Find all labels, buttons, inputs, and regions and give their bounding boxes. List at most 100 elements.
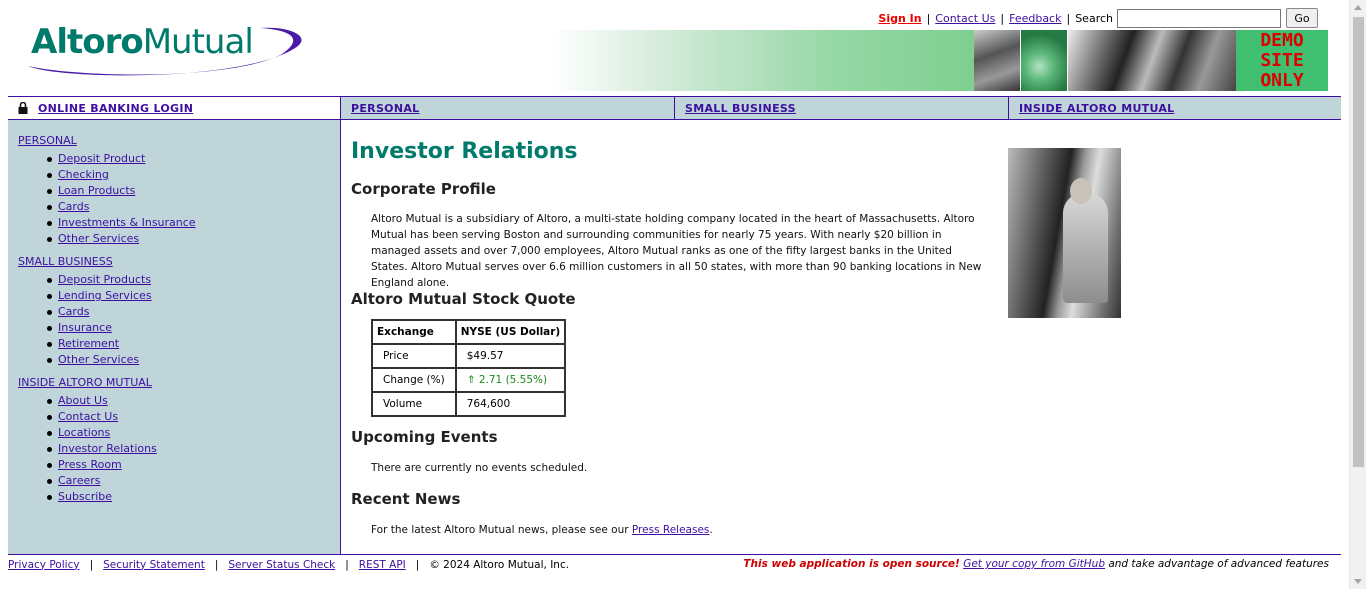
press-releases-link[interactable]: Press Releases	[632, 524, 709, 536]
online-banking-login-link[interactable]: ONLINE BANKING LOGIN	[38, 102, 193, 115]
server-status-link[interactable]: Server Status Check	[228, 559, 335, 571]
sidebar-item-retirement[interactable]: Retirement	[58, 337, 119, 350]
sidebar-item-locations[interactable]: Locations	[58, 426, 110, 439]
sidebar-item-about-us[interactable]: About Us	[58, 394, 108, 407]
altoro-logo[interactable]: AltoroMutual	[20, 22, 305, 80]
sidebar-item-cards[interactable]: Cards	[58, 200, 89, 213]
sidebar-item-subscribe[interactable]: Subscribe	[58, 490, 112, 503]
separator: |	[1000, 11, 1005, 25]
page-title: Investor Relations	[351, 139, 578, 164]
header-banner-gradient	[550, 30, 974, 91]
sidebar-item-investments-insurance[interactable]: Investments & Insurance	[58, 216, 196, 229]
sidebar-section-inside-altoro[interactable]: INSIDE ALTORO MUTUAL	[18, 376, 340, 389]
sidebar: PERSONAL Deposit Product Checking Loan P…	[8, 120, 341, 554]
nav-online-banking-login: ONLINE BANKING LOGIN	[8, 97, 340, 119]
list-item: Deposit Products	[47, 272, 340, 288]
contact-us-link[interactable]: Contact Us	[935, 12, 995, 25]
sidebar-item-deposit-products[interactable]: Deposit Products	[58, 273, 151, 286]
list-item: Investor Relations	[47, 441, 340, 457]
corporate-profile-text: Altoro Mutual is a subsidiary of Altoro,…	[371, 213, 982, 289]
search-input[interactable]	[1117, 8, 1281, 28]
demo-line-2: SITE	[1260, 50, 1304, 71]
separator: |	[1066, 11, 1071, 25]
scroll-up-icon[interactable]	[1354, 5, 1362, 10]
security-statement-link[interactable]: Security Statement	[103, 559, 205, 571]
sidebar-item-checking[interactable]: Checking	[58, 168, 109, 181]
open-source-text: This web application is open source!	[743, 558, 960, 570]
page-scrollbar[interactable]	[1349, 0, 1366, 589]
privacy-policy-link[interactable]: Privacy Policy	[8, 559, 80, 571]
sidebar-item-investor-relations[interactable]: Investor Relations	[58, 442, 157, 455]
scrollbar-thumb[interactable]	[1353, 17, 1364, 467]
recent-news-prefix: For the latest Altoro Mutual news, pleas…	[371, 524, 629, 536]
sidebar-list-inside-altoro: About Us Contact Us Locations Investor R…	[18, 393, 340, 505]
sidebar-section-small-business[interactable]: SMALL BUSINESS	[18, 255, 340, 268]
scroll-down-icon[interactable]	[1354, 579, 1362, 584]
list-item: Press Room	[47, 457, 340, 473]
table-row: Volume 764,600	[371, 391, 567, 417]
nav-inside-altoro-link[interactable]: INSIDE ALTORO MUTUAL	[1019, 102, 1175, 115]
list-item: Other Services	[47, 231, 340, 247]
sidebar-item-deposit-product[interactable]: Deposit Product	[58, 152, 145, 165]
logo-text-bold: Altoro	[31, 22, 144, 62]
sidebar-list-small-business: Deposit Products Lending Services Cards …	[18, 272, 340, 368]
list-item: Cards	[47, 199, 340, 215]
stock-change-value: ⇑ 2.71 (5.55%)	[454, 367, 567, 393]
sidebar-item-cards[interactable]: Cards	[58, 305, 89, 318]
stock-price-label: Price	[371, 343, 457, 369]
sidebar-item-contact-us[interactable]: Contact Us	[58, 410, 118, 423]
table-row: Exchange NYSE (US Dollar)	[371, 319, 567, 345]
recent-news-heading: Recent News	[351, 490, 461, 508]
header-photo-woman	[974, 30, 1020, 91]
list-item: Cards	[47, 304, 340, 320]
copyright-text: © 2024 Altoro Mutual, Inc.	[429, 558, 570, 571]
stock-quote-table: Exchange NYSE (US Dollar) Price $49.57 C…	[371, 319, 567, 417]
main-nav: ONLINE BANKING LOGIN PERSONAL SMALL BUSI…	[8, 96, 1341, 120]
table-header-market: NYSE (US Dollar)	[454, 319, 567, 345]
search-go-button[interactable]: Go	[1286, 8, 1318, 28]
sidebar-item-lending-services[interactable]: Lending Services	[58, 289, 152, 302]
upcoming-events-text: There are currently no events scheduled.	[371, 462, 588, 474]
sidebar-item-careers[interactable]: Careers	[58, 474, 101, 487]
footer: Privacy Policy | Security Statement | Se…	[8, 554, 1341, 574]
list-item: Contact Us	[47, 409, 340, 425]
github-link[interactable]: Get your copy from GitHub	[963, 558, 1105, 570]
main-content: Investor Relations Corporate Profile Alt…	[351, 120, 1341, 554]
logo-text-regular: Mutual	[142, 22, 254, 62]
demo-line-3: ONLY	[1260, 70, 1304, 91]
demo-site-badge: DEMO SITE ONLY	[1236, 30, 1328, 91]
upcoming-events-heading: Upcoming Events	[351, 428, 498, 446]
list-item: Insurance	[47, 320, 340, 336]
nav-small-business-link[interactable]: SMALL BUSINESS	[685, 102, 796, 115]
list-item: Investments & Insurance	[47, 215, 340, 231]
list-item: Other Services	[47, 352, 340, 368]
lock-icon	[18, 101, 28, 114]
demo-line-1: DEMO	[1260, 30, 1304, 51]
table-header-exchange: Exchange	[371, 319, 457, 345]
sign-in-link[interactable]: Sign In	[878, 12, 921, 25]
list-item: Loan Products	[47, 183, 340, 199]
top-links: Sign In | Contact Us | Feedback | Search…	[878, 8, 1318, 28]
feedback-link[interactable]: Feedback	[1009, 12, 1061, 25]
sidebar-item-other-services[interactable]: Other Services	[58, 353, 139, 366]
stock-price-value: $49.57	[454, 343, 567, 369]
separator: |	[415, 558, 420, 571]
nav-personal-link[interactable]: PERSONAL	[351, 102, 419, 115]
investor-photo-head	[1070, 178, 1092, 204]
sidebar-item-loan-products[interactable]: Loan Products	[58, 184, 135, 197]
stock-volume-label: Volume	[371, 391, 457, 417]
table-row: Change (%) ⇑ 2.71 (5.55%)	[371, 367, 567, 393]
sidebar-item-insurance[interactable]: Insurance	[58, 321, 112, 334]
separator: |	[926, 11, 931, 25]
rest-api-link[interactable]: REST API	[359, 559, 406, 571]
open-source-tail: and take advantage of advanced features	[1108, 558, 1329, 570]
search-label: Search	[1075, 11, 1113, 25]
stock-volume-value: 764,600	[454, 391, 567, 417]
sidebar-item-other-services[interactable]: Other Services	[58, 232, 139, 245]
separator: |	[345, 558, 349, 571]
nav-tab-inside-altoro: INSIDE ALTORO MUTUAL	[1008, 97, 1341, 119]
sidebar-item-press-room[interactable]: Press Room	[58, 458, 122, 471]
list-item: Retirement	[47, 336, 340, 352]
sidebar-section-personal[interactable]: PERSONAL	[18, 134, 340, 147]
header-photo-strip	[974, 30, 1236, 91]
